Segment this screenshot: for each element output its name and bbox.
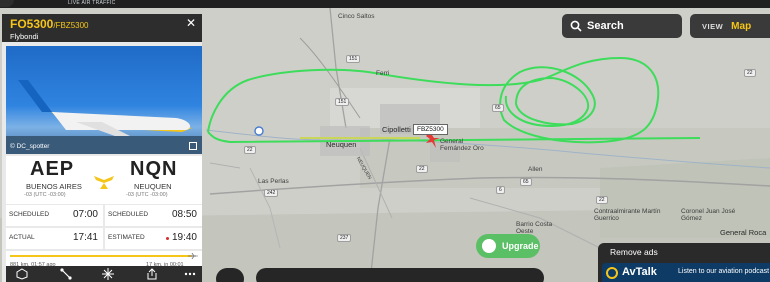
progress-plane-icon	[188, 252, 197, 260]
airline-name: Flybondi	[10, 32, 39, 41]
scheduled-departure-time: 07:00	[72, 209, 98, 220]
scheduled-arrival-time: 08:50	[171, 209, 197, 220]
upgrade-icon	[482, 239, 496, 253]
3d-view-icon[interactable]	[16, 268, 28, 280]
flight-panel: FO5300/FBZ5300 Flybondi ✕ © DC_spotter A…	[2, 14, 202, 282]
destination-timezone: -03 (UTC -03:00)	[126, 192, 168, 198]
search-button[interactable]: Search	[562, 14, 682, 38]
estimated-time: 19:40	[171, 232, 197, 243]
map-label-cipolletti: Cipolletti	[382, 125, 411, 134]
progress-track	[10, 252, 198, 260]
upgrade-button[interactable]: Upgrade	[476, 234, 540, 258]
flight-times: SCHEDULED 07:00 SCHEDULED 08:50 ACTUAL 1…	[6, 205, 202, 249]
view-value: Map	[731, 20, 752, 32]
route-shield: 151	[346, 55, 361, 63]
destination-code[interactable]: NQN	[130, 158, 177, 181]
ads-panel: Remove ads AvTalk Listen to our aviation…	[598, 243, 770, 282]
app-logo[interactable]	[0, 0, 14, 7]
origin-timezone: -03 (UTC -03:00)	[24, 192, 66, 198]
route-shield: 22	[416, 165, 428, 173]
route-shield: 242	[264, 189, 279, 197]
map-label-ferri: Ferri	[376, 70, 390, 77]
follow-icon[interactable]	[102, 268, 114, 280]
upgrade-label: Upgrade	[502, 241, 539, 251]
scheduled-departure-label: SCHEDULED	[9, 211, 50, 218]
close-icon[interactable]: ✕	[186, 16, 196, 30]
flight-header: FO5300/FBZ5300 Flybondi ✕	[2, 14, 202, 42]
flight-alt-id: /FBZ5300	[53, 21, 89, 30]
view-label: VIEW	[702, 21, 724, 31]
aircraft-photo[interactable]: © DC_spotter	[6, 46, 202, 154]
route-shield: 237	[337, 234, 352, 242]
origin-city: BUENOS AIRES	[26, 182, 82, 191]
promo-brand: AvTalk	[622, 266, 657, 278]
progress-fill	[10, 255, 193, 257]
map-label-gomez: Coronel Juan José Gómez	[681, 208, 736, 222]
map-toolbar	[256, 268, 544, 282]
map-label-fernandez-oro: General Fernández Oro	[440, 138, 484, 152]
app-tagline: LIVE AIR TRAFFIC	[68, 0, 116, 6]
route-shield: 22	[744, 69, 756, 77]
compass-button[interactable]	[216, 268, 244, 282]
aircraft-image	[6, 80, 202, 154]
share-icon[interactable]	[146, 268, 158, 280]
aircraft-callsign-tag[interactable]: FBZ5300	[413, 124, 448, 135]
promo-text: Listen to our aviation podcast	[678, 268, 770, 275]
search-icon	[570, 20, 582, 32]
route-summary: AEP BUENOS AIRES -03 (UTC -03:00) NQN NE…	[6, 156, 202, 204]
map-label-neuquen: Neuquen	[326, 140, 357, 149]
view-selector[interactable]: VIEW Map	[690, 14, 770, 38]
actual-time: 17:41	[72, 232, 98, 243]
route-shield: 6	[496, 186, 505, 194]
scheduled-arrival-label: SCHEDULED	[108, 211, 149, 218]
flight-id-text: FO5300	[10, 17, 54, 31]
actual-label: ACTUAL	[9, 234, 35, 241]
route-shield: 151	[335, 98, 350, 106]
route-shield: 65	[492, 104, 504, 112]
origin-code[interactable]: AEP	[30, 158, 74, 181]
route-shield: 22	[596, 196, 608, 204]
panel-toolbar	[6, 266, 202, 282]
map-label-general-roca: General Roca	[720, 228, 767, 237]
flight-number: FO5300/FBZ5300	[10, 17, 89, 31]
status-dot	[166, 237, 169, 240]
more-icon[interactable]	[184, 268, 196, 280]
map-label-allen: Allen	[528, 166, 543, 173]
scheduled-departure: SCHEDULED 07:00	[6, 205, 103, 226]
scheduled-arrival: SCHEDULED 08:50	[105, 205, 202, 226]
search-label: Search	[587, 20, 624, 32]
remove-ads-link[interactable]: Remove ads	[610, 247, 658, 257]
expand-icon[interactable]	[189, 142, 197, 150]
map-label-barrio-costa-oeste: Barrio Costa Oeste	[516, 221, 553, 235]
route-icon[interactable]	[60, 268, 72, 280]
podcast-promo[interactable]: AvTalk Listen to our aviation podcast	[602, 263, 770, 282]
actual-departure: ACTUAL 17:41	[6, 228, 103, 249]
top-bar: LIVE AIR TRAFFIC	[0, 0, 770, 8]
avtalk-logo-icon	[606, 267, 618, 279]
destination-city: NEUQUEN	[134, 182, 172, 191]
map-label-cinco-saltos: Cinco Saltos	[338, 13, 375, 20]
plane-icon	[94, 176, 114, 189]
map-label-guerrico: Contraalmirante Martín Guerrico	[594, 208, 661, 222]
route-shield: 65	[520, 178, 532, 186]
estimated-label: ESTIMATED	[108, 234, 145, 241]
route-shield: 22	[244, 146, 256, 154]
map-label-las-perlas: Las Perlas	[258, 178, 289, 185]
photo-credit[interactable]: © DC_spotter	[10, 143, 49, 150]
estimated-arrival: ESTIMATED 19:40	[105, 228, 202, 249]
